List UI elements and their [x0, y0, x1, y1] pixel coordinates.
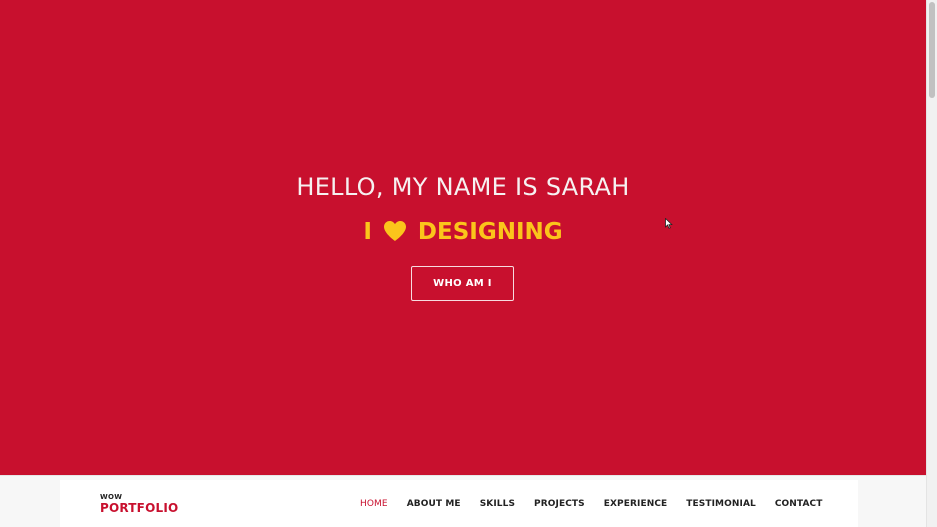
tagline-prefix: I: [363, 219, 372, 245]
nav-link-about-me[interactable]: ABOUT ME: [407, 499, 461, 509]
brand-small-text: WOW: [100, 493, 123, 501]
nav-link-experience[interactable]: EXPERIENCE: [604, 499, 668, 509]
tagline-suffix: DESIGNING: [417, 219, 563, 245]
nav-link-projects[interactable]: PROJECTS: [534, 499, 585, 509]
scrollbar-thumb[interactable]: [929, 2, 935, 98]
brand-logo[interactable]: WOW PORTFOLIO: [100, 493, 179, 515]
nav-link-home[interactable]: HOME: [360, 499, 388, 509]
hero-section: HELLO, MY NAME IS SARAH I DESIGNING WHO …: [0, 0, 926, 475]
nav-links: HOME ABOUT ME SKILLS PROJECTS EXPERIENCE…: [360, 480, 841, 527]
navbar: WOW PORTFOLIO HOME ABOUT ME SKILLS PROJE…: [0, 475, 926, 527]
who-am-i-button[interactable]: WHO AM I: [411, 266, 514, 301]
nav-link-contact[interactable]: CONTACT: [775, 499, 823, 509]
navbar-container: WOW PORTFOLIO HOME ABOUT ME SKILLS PROJE…: [60, 480, 858, 527]
brand-main-text: PORTFOLIO: [100, 501, 179, 515]
hero-greeting: HELLO, MY NAME IS SARAH: [296, 173, 630, 201]
vertical-scrollbar[interactable]: [926, 0, 937, 527]
hero-tagline: I DESIGNING: [0, 217, 926, 247]
browser-viewport: HELLO, MY NAME IS SARAH I DESIGNING WHO …: [0, 0, 937, 527]
mouse-cursor-icon: [665, 218, 673, 229]
heart-icon: [383, 221, 406, 241]
nav-link-testimonial[interactable]: TESTIMONIAL: [686, 499, 756, 509]
nav-link-skills[interactable]: SKILLS: [480, 499, 515, 509]
